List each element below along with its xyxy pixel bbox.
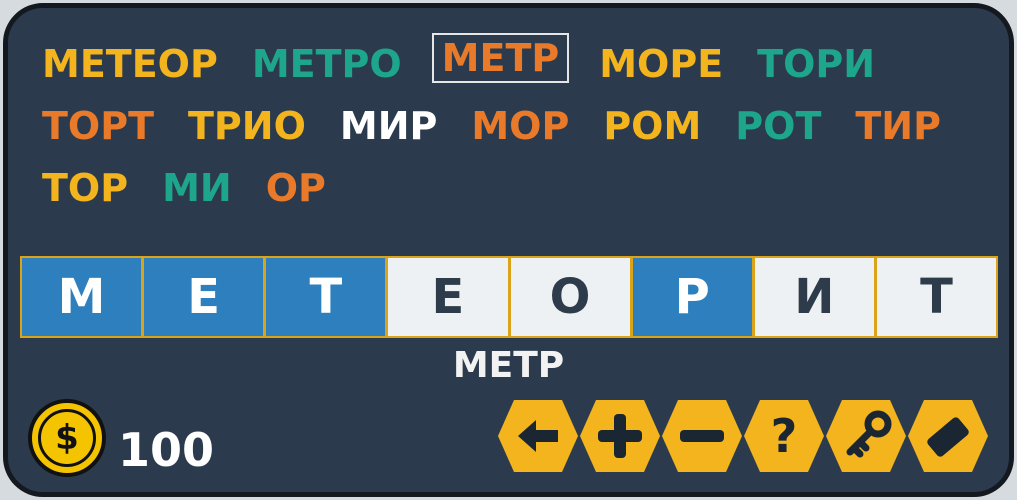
found-word[interactable]: ОР	[262, 157, 330, 219]
letter-tile[interactable]: И	[754, 258, 874, 336]
coin-symbol: $	[38, 409, 96, 467]
minus-button[interactable]	[660, 398, 744, 474]
found-word[interactable]: ТОРИ	[753, 33, 879, 95]
coin-icon: $	[28, 399, 106, 477]
letter-tile[interactable]: Т	[876, 258, 996, 336]
found-word[interactable]: МОР	[467, 95, 573, 157]
letter-tile[interactable]: Е	[388, 258, 508, 336]
found-word[interactable]: МЕТРО	[248, 33, 406, 95]
found-words-list: МЕТЕОР МЕТРО МЕТР МОРЕ ТОРИ ТОРТ ТРИО МИР МОР РОМ…	[38, 33, 978, 219]
current-word: МЕТР	[452, 345, 565, 386]
found-word[interactable]: РОМ	[599, 95, 705, 157]
letter-tile[interactable]: О	[510, 258, 630, 336]
back-arrow-button[interactable]	[496, 398, 580, 474]
letter-tile[interactable]: Е	[144, 258, 264, 336]
question-button[interactable]: ?	[742, 398, 826, 474]
plus-button[interactable]	[578, 398, 662, 474]
key-button[interactable]	[824, 398, 908, 474]
eraser-button[interactable]	[906, 398, 990, 474]
found-word[interactable]: МОРЕ	[595, 33, 727, 95]
letter-tile[interactable]: Р	[632, 258, 752, 336]
minus-icon	[680, 430, 724, 442]
found-word[interactable]: РОТ	[731, 95, 825, 157]
letter-tiles: МЕТЕОРИТ	[20, 256, 998, 338]
found-word[interactable]: МЕТР	[431, 33, 570, 83]
found-word[interactable]: ТИР	[851, 95, 945, 157]
found-word[interactable]: ТОРТ	[38, 95, 158, 157]
letter-tile[interactable]: Т	[266, 258, 386, 336]
found-word[interactable]: МИР	[336, 95, 441, 157]
letter-tile[interactable]: М	[22, 258, 142, 336]
found-word[interactable]: ТРИО	[184, 95, 310, 157]
found-word[interactable]: МЕТЕОР	[38, 33, 222, 95]
question-icon: ?	[771, 409, 798, 463]
svg-text:?: ?	[771, 409, 798, 463]
found-word[interactable]: ТОР	[38, 157, 132, 219]
coin-count: 100	[118, 423, 215, 477]
found-word[interactable]: МИ	[158, 157, 236, 219]
